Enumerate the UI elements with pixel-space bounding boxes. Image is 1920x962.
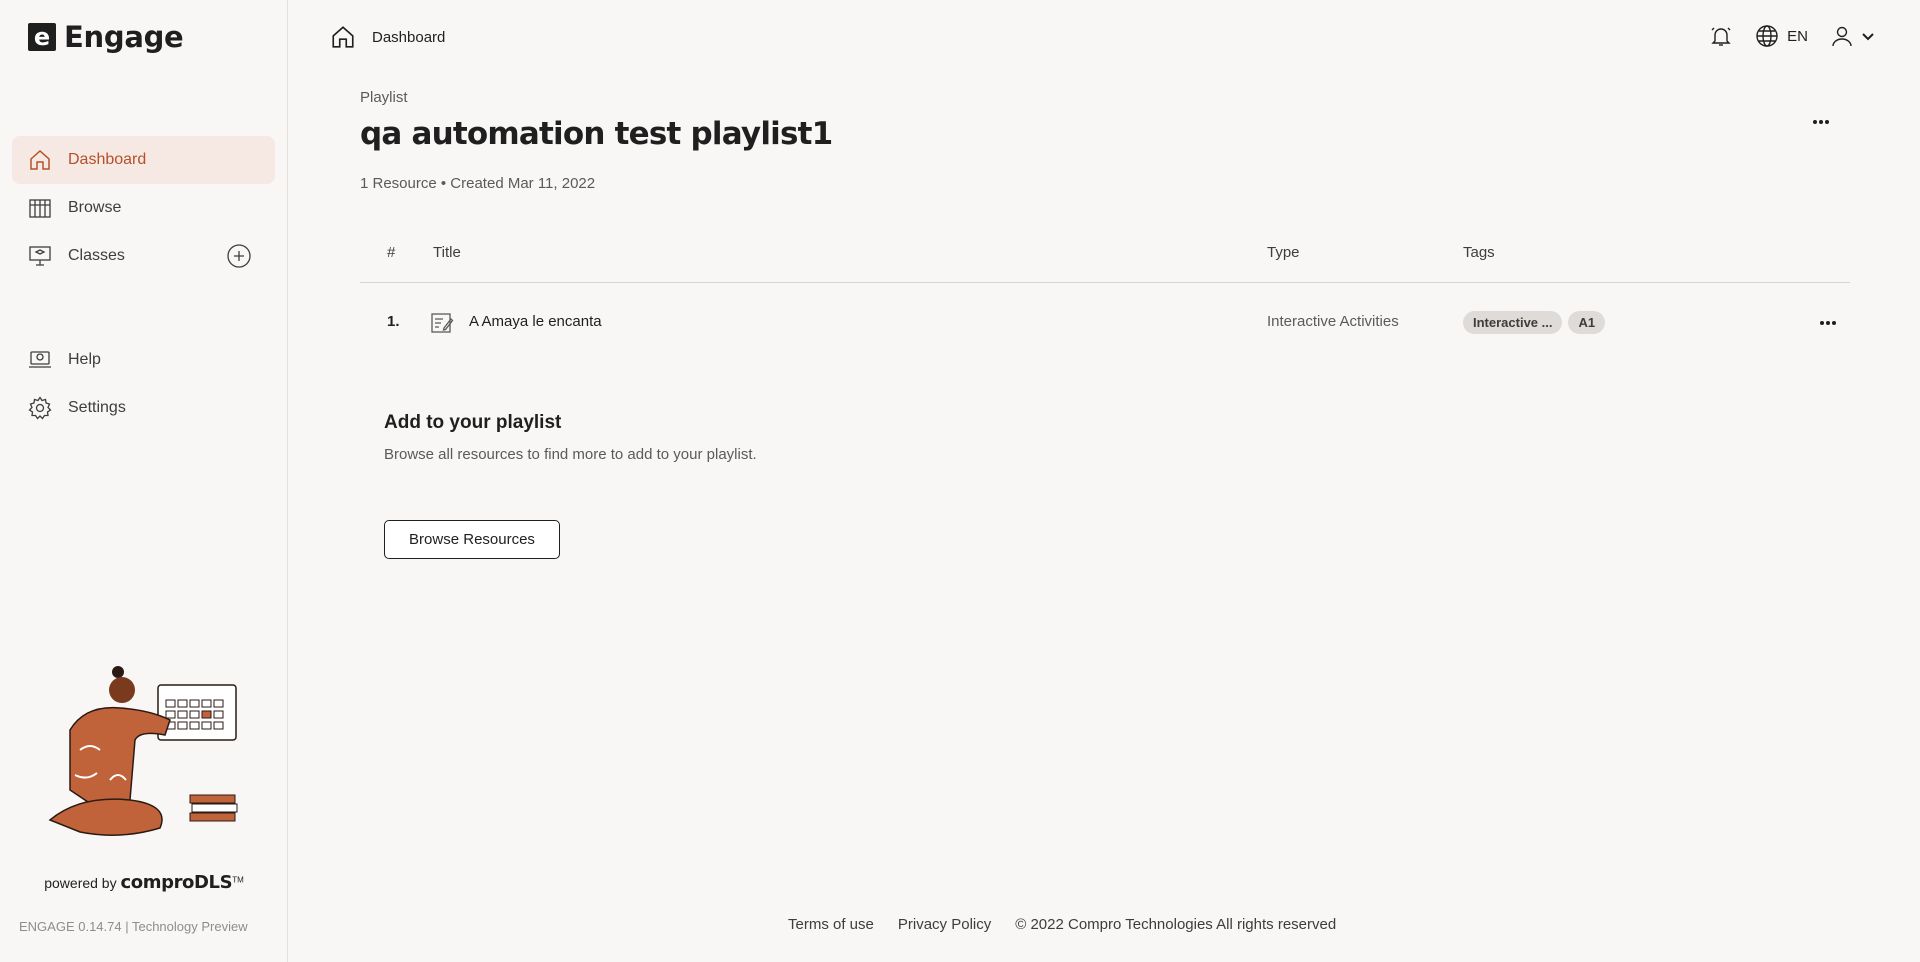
gear-icon <box>28 396 52 420</box>
browse-resources-button[interactable]: Browse Resources <box>384 520 560 559</box>
home-icon <box>332 26 354 48</box>
add-class-icon[interactable] <box>227 244 251 268</box>
tag-chip: A1 <box>1568 311 1606 334</box>
page-kicker: Playlist <box>360 89 408 106</box>
sidebar-item-browse[interactable]: Browse <box>12 184 275 232</box>
app-logo[interactable]: e Engage <box>28 20 184 54</box>
classroom-icon <box>28 244 52 268</box>
page-meta: 1 Resource • Created Mar 11, 2022 <box>360 175 596 192</box>
table-header: # Title Type Tags <box>360 240 1850 283</box>
sidebar: e Engage Dashboard Browse Classes Help S… <box>0 0 288 962</box>
sidebar-item-label: Settings <box>68 399 126 416</box>
footer: Terms of use Privacy Policy © 2022 Compr… <box>788 916 1360 933</box>
calendar-illustration <box>40 660 250 845</box>
powered-brand: comproDLS <box>120 872 233 893</box>
sidebar-item-dashboard[interactable]: Dashboard <box>12 136 275 184</box>
app-name: Engage <box>64 20 184 54</box>
header-actions: EN <box>1687 24 1876 48</box>
tag-chip: Interactive ... <box>1463 311 1563 334</box>
activity-icon <box>430 311 454 339</box>
logo-mark: e <box>28 23 56 51</box>
table-row[interactable]: 1. A Amaya le encanta Interactive Activi… <box>360 302 1850 344</box>
column-type: Type <box>1267 244 1300 261</box>
sidebar-item-label: Browse <box>68 199 122 216</box>
terms-link[interactable]: Terms of use <box>788 916 874 933</box>
page-title: qa automation test playlist1 <box>360 116 833 152</box>
breadcrumb[interactable]: Dashboard <box>330 24 445 50</box>
column-title: Title <box>433 244 461 261</box>
sidebar-item-settings[interactable]: Settings <box>12 384 275 432</box>
trademark: TM <box>232 875 244 885</box>
row-type: Interactive Activities <box>1267 313 1399 330</box>
column-tags: Tags <box>1463 244 1495 261</box>
user-icon <box>1832 26 1852 47</box>
sidebar-item-label: Help <box>68 351 101 368</box>
language-label: EN <box>1787 27 1808 45</box>
powered-prefix: powered by <box>44 875 117 891</box>
add-section-description: Browse all resources to find more to add… <box>384 446 757 463</box>
playlist-more-icon[interactable] <box>1810 110 1832 134</box>
chevron-down-icon <box>1862 33 1874 41</box>
row-tags: Interactive ... A1 <box>1463 311 1611 334</box>
add-section-heading: Add to your playlist <box>384 412 562 433</box>
sidebar-item-classes[interactable]: Classes <box>12 232 275 280</box>
user-menu-button[interactable] <box>1830 24 1876 48</box>
help-icon <box>28 348 52 372</box>
version-label: ENGAGE 0.14.74 | Technology Preview <box>19 919 248 934</box>
sidebar-item-label: Classes <box>68 247 125 264</box>
notifications-button[interactable] <box>1709 24 1733 48</box>
copyright-text: © 2022 Compro Technologies All rights re… <box>1015 916 1337 933</box>
globe-icon <box>1756 25 1778 47</box>
sidebar-item-label: Dashboard <box>68 151 147 168</box>
books-icon <box>28 196 52 220</box>
row-index: 1. <box>387 313 400 330</box>
privacy-link[interactable]: Privacy Policy <box>898 916 991 933</box>
row-title[interactable]: A Amaya le encanta <box>469 313 602 330</box>
breadcrumb-label: Dashboard <box>372 28 446 46</box>
powered-by: powered by comproDLSTM <box>0 872 288 893</box>
column-index: # <box>387 244 396 261</box>
language-selector[interactable]: EN <box>1755 24 1808 48</box>
row-more-icon[interactable] <box>1817 311 1839 339</box>
sidebar-item-help[interactable]: Help <box>12 336 275 384</box>
home-icon <box>28 148 52 172</box>
bell-icon <box>1711 27 1731 46</box>
